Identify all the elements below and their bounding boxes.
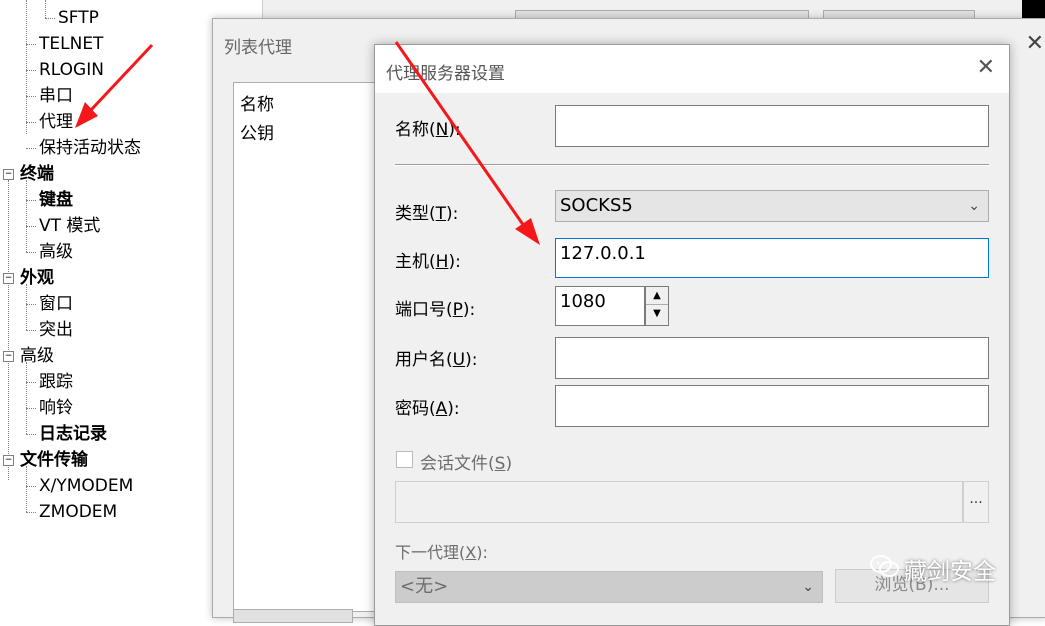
arrow-to-host-field bbox=[394, 41, 526, 227]
wechat-icon bbox=[870, 553, 900, 593]
watermark: 藏剑安全 bbox=[870, 552, 996, 592]
annotation-arrows bbox=[75, 41, 540, 245]
watermark-text: 藏剑安全 bbox=[904, 559, 996, 585]
arrow-head-icon bbox=[515, 218, 540, 245]
arrow-to-proxy-item bbox=[89, 43, 154, 112]
